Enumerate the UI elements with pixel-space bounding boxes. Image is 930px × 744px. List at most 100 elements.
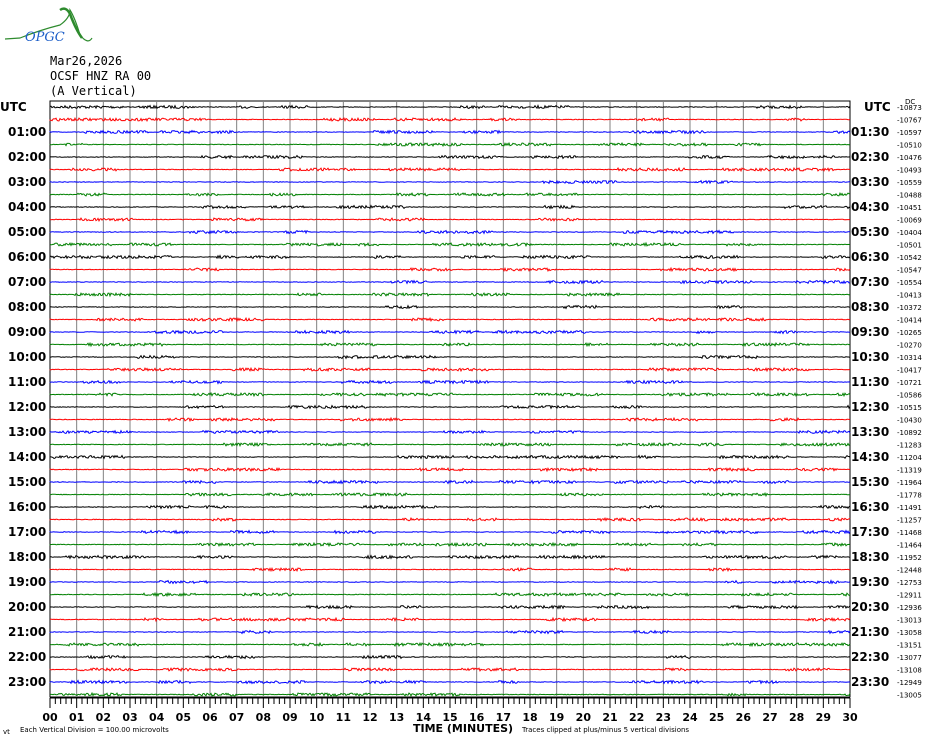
row-labels: -10873 -10767 -10597 -10510 -10476 -10493 -105… xyxy=(0,100,922,700)
left-time-label: 06:00 xyxy=(8,250,46,264)
dc-offset-label: -12753 xyxy=(897,579,922,587)
corner-mark: vt xyxy=(3,728,10,736)
scale-note: Each Vertical Division = 100.00 microvol… xyxy=(20,726,169,734)
dc-offset-label: -10721 xyxy=(897,379,922,387)
right-time-label: UTC xyxy=(864,100,891,114)
dc-offset-label: -10430 xyxy=(897,417,922,425)
dc-offset-label: -10451 xyxy=(897,204,922,212)
right-time-label: 15:30 xyxy=(851,475,889,489)
x-tick-label: 05 xyxy=(176,711,191,724)
right-time-label: 18:30 xyxy=(851,550,889,564)
station-label: OCSF HNZ RA 00 xyxy=(50,69,151,83)
x-tick-label: 24 xyxy=(682,711,698,724)
right-time-label: 13:30 xyxy=(851,425,889,439)
helicorder-chart: OPGC Mar26,2026 OCSF HNZ RA 00 (A Vertic… xyxy=(0,7,922,736)
x-tick-label: 03 xyxy=(122,711,137,724)
left-time-label: 09:00 xyxy=(8,325,46,339)
dc-offset-label: -10372 xyxy=(897,304,922,312)
x-tick-label: 04 xyxy=(149,711,165,724)
logo-text: OPGC xyxy=(25,30,65,45)
x-tick-label: 11 xyxy=(336,711,351,724)
right-time-label: 08:30 xyxy=(851,300,889,314)
right-time-label: 01:30 xyxy=(851,125,889,139)
left-time-label: 11:00 xyxy=(8,375,46,389)
dc-offset-label: -11491 xyxy=(897,504,922,512)
dc-offset-label: -11964 xyxy=(897,479,922,487)
right-time-label: 11:30 xyxy=(851,375,889,389)
right-time-label: 10:30 xyxy=(851,350,889,364)
component-label: (A Vertical) xyxy=(50,84,137,98)
dc-offset-label: -10069 xyxy=(897,217,922,225)
dc-offset-label: -10586 xyxy=(897,392,922,400)
right-time-label: 16:30 xyxy=(851,500,889,514)
dc-offset-label: -13013 xyxy=(897,617,922,625)
right-time-label: 19:30 xyxy=(851,575,889,589)
dc-offset-label: -12911 xyxy=(897,592,922,600)
x-tick-label: 20 xyxy=(576,711,592,724)
x-tick-label: 29 xyxy=(816,711,831,724)
date-label: Mar26,2026 xyxy=(50,54,122,68)
dc-offset-label: -10314 xyxy=(897,354,922,362)
x-tick-label: 18 xyxy=(522,711,537,724)
dc-offset-label: -11778 xyxy=(897,492,922,500)
left-time-label: 17:00 xyxy=(8,525,46,539)
right-time-label: 06:30 xyxy=(851,250,889,264)
left-time-label: 18:00 xyxy=(8,550,46,564)
dc-offset-label: -10547 xyxy=(897,267,922,275)
right-time-label: 02:30 xyxy=(851,150,889,164)
left-time-label: 04:00 xyxy=(8,200,46,214)
dc-offset-label: -13151 xyxy=(897,642,922,650)
x-tick-label: 01 xyxy=(69,711,84,724)
dc-offset-label: -12949 xyxy=(897,679,922,687)
dc-offset-label: -10542 xyxy=(897,254,922,262)
left-time-label: 10:00 xyxy=(8,350,46,364)
clip-note: Traces clipped at plus/minus 5 vertical … xyxy=(521,726,689,734)
dc-offset-label: -10510 xyxy=(897,142,922,150)
left-time-label: 20:00 xyxy=(8,600,46,614)
x-tick-label: 09 xyxy=(282,711,297,724)
x-tick-label: 00 xyxy=(42,711,58,724)
left-time-label: 12:00 xyxy=(8,400,46,414)
dc-offset-label: -12448 xyxy=(897,567,922,575)
x-tick-label: 13 xyxy=(389,711,404,724)
left-time-label: 23:00 xyxy=(8,675,46,689)
dc-offset-label: -10873 xyxy=(897,104,922,112)
dc-offset-label: -11204 xyxy=(897,454,922,462)
dc-offset-label: -11468 xyxy=(897,529,922,537)
x-tick-label: 25 xyxy=(709,711,724,724)
right-time-label: 17:30 xyxy=(851,525,889,539)
x-tick-label: 26 xyxy=(736,711,752,724)
x-tick-label: 27 xyxy=(762,711,777,724)
x-tick-label: 21 xyxy=(602,711,617,724)
x-axis-title: TIME (MINUTES) xyxy=(413,722,513,735)
dc-offset-label: -12936 xyxy=(897,604,922,612)
x-tick-label: 07 xyxy=(229,711,244,724)
left-time-label: 19:00 xyxy=(8,575,46,589)
dc-offset-label: -10265 xyxy=(897,329,922,337)
dc-offset-label: -10767 xyxy=(897,117,922,125)
right-time-label: 22:30 xyxy=(851,650,889,664)
dc-offset-label: -10597 xyxy=(897,129,922,137)
right-time-label: 20:30 xyxy=(851,600,889,614)
dc-offset-label: -10404 xyxy=(897,229,922,237)
dc-offset-label: -10515 xyxy=(897,404,922,412)
x-tick-label: 12 xyxy=(362,711,377,724)
x-tick-label: 30 xyxy=(842,711,858,724)
dc-offset-label: -11464 xyxy=(897,542,922,550)
left-time-label: 13:00 xyxy=(8,425,46,439)
right-time-label: 07:30 xyxy=(851,275,889,289)
left-time-label: 02:00 xyxy=(8,150,46,164)
x-tick-label: 10 xyxy=(309,711,325,724)
x-tick-label: 02 xyxy=(96,711,111,724)
right-time-label: 23:30 xyxy=(851,675,889,689)
left-time-label: 22:00 xyxy=(8,650,46,664)
left-time-label: 15:00 xyxy=(8,475,46,489)
left-time-label: 07:00 xyxy=(8,275,46,289)
left-time-label: 01:00 xyxy=(8,125,46,139)
dc-offset-label: -10559 xyxy=(897,179,922,187)
left-time-label: UTC xyxy=(0,100,27,114)
dc-offset-label: -10493 xyxy=(897,167,922,175)
dc-offset-label: -10501 xyxy=(897,242,922,250)
x-tick-label: 08 xyxy=(256,711,271,724)
dc-offset-label: -10270 xyxy=(897,342,922,350)
